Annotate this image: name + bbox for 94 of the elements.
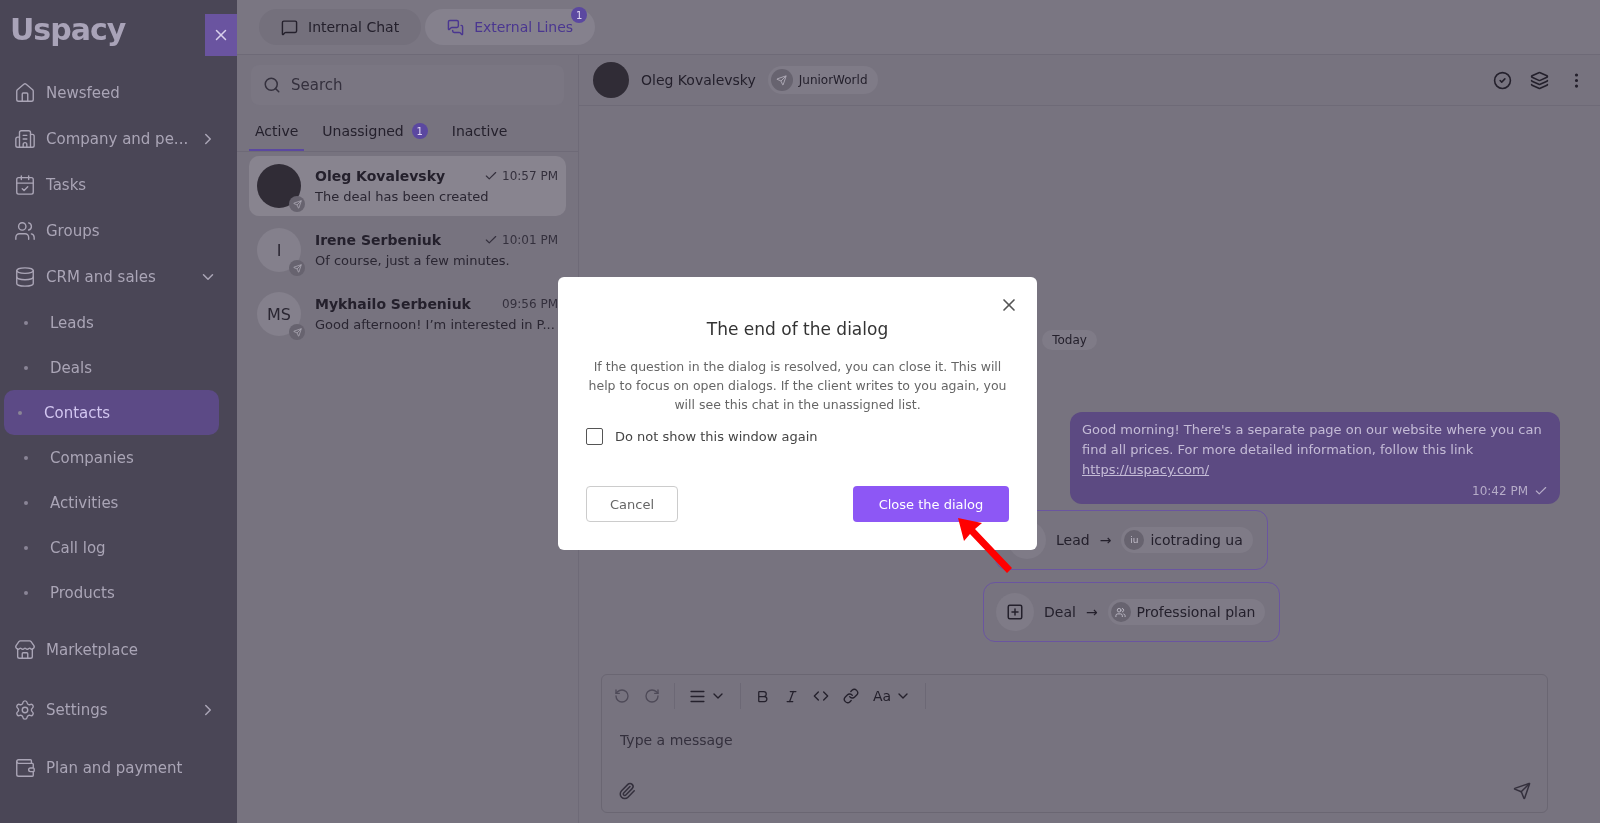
sidebar-subitem[interactable]: Activities	[14, 480, 217, 525]
sidebar-subitem[interactable]: Deals	[14, 345, 217, 390]
count-badge: 1	[571, 7, 588, 23]
bold-button[interactable]	[755, 688, 770, 704]
chat-list-item[interactable]: Oleg Kovalevsky 10:57 PM The deal has been created	[249, 156, 566, 216]
settings-icon	[14, 699, 36, 721]
channel-chip: JuniorWorld	[767, 66, 878, 94]
undo-icon	[614, 688, 630, 704]
code-icon	[813, 688, 829, 704]
sidebar-subitem[interactable]: Call log	[14, 525, 217, 570]
top-tab[interactable]: Internal Chat	[259, 9, 422, 45]
message-preview: Good afternoon! I’m interested in P...	[315, 317, 556, 332]
chat-bubbles-icon	[447, 18, 465, 36]
sidebar-item[interactable]: Settings	[14, 687, 217, 733]
message-time: 10:42 PM	[1472, 484, 1548, 498]
dialog-title: The end of the dialog	[706, 319, 889, 339]
italic-icon	[784, 688, 799, 704]
arrow-drawing	[958, 518, 1012, 573]
chat-list-item[interactable]: I Irene Serbeniuk 10:01 PM Of course, just a few minutes.	[249, 220, 566, 280]
dialog-text: If the question in the dialog is resolved, you can close it. This will help to focus on open dialogs. If the client writes to you again, you will see this chat in the unassigned list.	[587, 358, 1008, 414]
undo-button[interactable]	[614, 688, 630, 704]
sidebar-item[interactable]: Company and pe...	[14, 116, 217, 162]
link-button[interactable]	[843, 688, 859, 704]
logo: Uspacy	[10, 12, 126, 47]
contact-name: Irene Serbeniuk	[315, 232, 441, 248]
send-icon	[770, 69, 793, 91]
send-icon	[289, 324, 305, 340]
message-time: 09:56 PM	[502, 297, 558, 311]
avatar: iu	[1124, 530, 1145, 550]
contact-name: Oleg Kovalevsky	[641, 72, 756, 88]
avatar	[1110, 602, 1131, 622]
building-icon	[14, 128, 36, 150]
message-link[interactable]: https://uspacy.com/	[1082, 462, 1210, 477]
message-text: Good morning! There's a separate page on our website where you can find all prices. For more detailed information, follow this link https://uspacy.com/	[1082, 421, 1543, 479]
sidebar-item[interactable]: Tasks	[14, 162, 217, 208]
entity-chip[interactable]: Professional plan	[1107, 599, 1266, 625]
sidebar-item[interactable]: Marketplace	[14, 627, 217, 673]
sidebar-item[interactable]: CRM and sales	[14, 254, 217, 300]
event-label: Lead	[1056, 532, 1090, 548]
users-icon	[14, 220, 36, 242]
italic-button[interactable]	[784, 688, 799, 704]
arrow-icon: →	[1099, 532, 1112, 548]
layers-icon[interactable]	[1530, 70, 1549, 90]
contact-name: Mykhailo Serbeniuk	[315, 296, 471, 312]
contact-name: Oleg Kovalevsky	[315, 168, 446, 184]
sidebar-subitem[interactable]: Companies	[14, 435, 217, 480]
chat-list-item[interactable]: MS Mykhailo Serbeniuk 09:56 PM Good afternoon! I’m interested in P...	[249, 284, 566, 344]
date-divider: Today	[1042, 330, 1097, 350]
sidebar-subitem[interactable]: Contacts	[4, 390, 219, 435]
calendar-icon	[14, 174, 36, 196]
check-circle-icon[interactable]	[1493, 70, 1512, 90]
home-icon	[14, 82, 36, 104]
message-time: 10:01 PM	[484, 233, 558, 247]
count-badge: 1	[411, 123, 428, 139]
sidebar-subitem[interactable]: Leads	[14, 300, 217, 345]
redo-button[interactable]	[644, 688, 660, 704]
link-icon	[843, 688, 859, 704]
send-icon[interactable]	[1513, 782, 1531, 800]
sidebar-item[interactable]: Groups	[14, 208, 217, 254]
message-time: 10:57 PM	[484, 169, 558, 183]
filter-tab[interactable]: Unassigned 1	[316, 117, 434, 151]
top-tab[interactable]: External Lines 1	[425, 9, 596, 45]
message-input[interactable]: Type a message	[618, 731, 1531, 749]
entity-chip[interactable]: iu icotrading ua	[1121, 527, 1253, 553]
font-size-button[interactable]: Aa	[873, 688, 912, 704]
checkbox[interactable]	[586, 428, 603, 445]
event-label: Deal	[1044, 604, 1076, 620]
chat-bubble-icon	[281, 18, 298, 36]
code-button[interactable]	[813, 688, 829, 704]
message-preview: Of course, just a few minutes.	[315, 253, 511, 268]
store-icon	[14, 639, 36, 661]
filter-tab[interactable]: Inactive	[445, 117, 514, 151]
attach-icon[interactable]	[618, 782, 636, 800]
bold-icon	[755, 688, 770, 704]
send-icon	[289, 196, 305, 212]
redo-icon	[644, 688, 660, 704]
arrow-icon: →	[1085, 604, 1098, 620]
checkmark-icon	[1534, 484, 1548, 498]
checkmark-icon	[484, 169, 498, 183]
checkbox-label: Do not show this window again	[615, 429, 818, 444]
checkmark-icon	[484, 233, 498, 247]
photo-placeholder	[593, 62, 629, 98]
close-dialog-button[interactable]: Close the dialog	[853, 486, 1009, 522]
close-sidebar-button[interactable]	[205, 14, 237, 56]
wallet-icon	[14, 757, 36, 779]
stack-icon	[14, 266, 36, 288]
message-preview: The deal has been created	[315, 189, 490, 204]
sidebar-subitem[interactable]: Products	[14, 570, 217, 615]
send-icon	[289, 260, 305, 276]
sidebar-item[interactable]: Plan and payment	[14, 745, 217, 791]
filter-tab[interactable]: Active	[249, 117, 305, 151]
cancel-button[interactable]: Cancel	[586, 486, 678, 522]
search-icon	[263, 76, 281, 94]
sidebar-item[interactable]: Newsfeed	[14, 70, 217, 116]
